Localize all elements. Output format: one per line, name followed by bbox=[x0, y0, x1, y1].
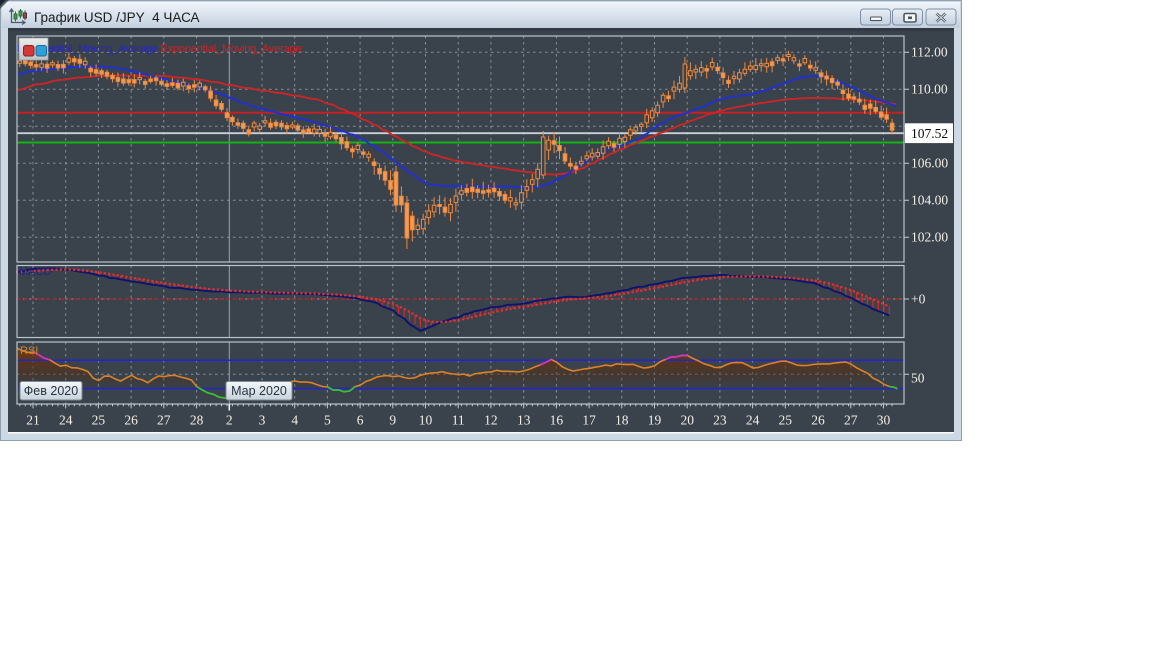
svg-text:27: 27 bbox=[844, 413, 858, 428]
svg-text:5: 5 bbox=[324, 413, 331, 428]
svg-text:4: 4 bbox=[291, 413, 298, 428]
svg-text:27: 27 bbox=[157, 413, 171, 428]
svg-text:28: 28 bbox=[190, 413, 204, 428]
svg-text:19: 19 bbox=[648, 413, 662, 428]
svg-text:112.00: 112.00 bbox=[911, 45, 948, 60]
svg-text:25: 25 bbox=[92, 413, 106, 428]
svg-text:21: 21 bbox=[26, 413, 40, 428]
svg-text:9: 9 bbox=[389, 413, 396, 428]
svg-text:MACD: MACD bbox=[19, 266, 51, 278]
svg-text:26: 26 bbox=[124, 413, 138, 428]
svg-text:10: 10 bbox=[419, 413, 433, 428]
svg-text:12: 12 bbox=[484, 413, 498, 428]
svg-text:30: 30 bbox=[877, 413, 891, 428]
svg-text:18: 18 bbox=[615, 413, 629, 428]
svg-text:6: 6 bbox=[357, 413, 364, 428]
svg-text:16: 16 bbox=[550, 413, 564, 428]
svg-text:50: 50 bbox=[911, 370, 925, 385]
svg-text:Фев 2020: Фев 2020 bbox=[24, 384, 78, 398]
svg-text:23: 23 bbox=[713, 413, 727, 428]
svg-text:17: 17 bbox=[582, 413, 596, 428]
svg-text:20: 20 bbox=[680, 413, 694, 428]
svg-text:104.00: 104.00 bbox=[911, 193, 948, 208]
svg-text:3: 3 bbox=[259, 413, 266, 428]
svg-text:13: 13 bbox=[517, 413, 531, 428]
svg-text:11: 11 bbox=[452, 413, 465, 428]
svg-text:24: 24 bbox=[746, 413, 760, 428]
svg-text:RSI: RSI bbox=[20, 345, 38, 357]
svg-text:106.00: 106.00 bbox=[911, 156, 948, 171]
svg-text:24: 24 bbox=[59, 413, 73, 428]
svg-text:110.00: 110.00 bbox=[911, 82, 948, 97]
svg-text:Мар 2020: Мар 2020 bbox=[231, 384, 287, 398]
svg-text:25: 25 bbox=[779, 413, 793, 428]
svg-text:График USD /JPY 4 ЧАСА: График USD /JPY 4 ЧАСА bbox=[34, 10, 200, 25]
svg-text:2: 2 bbox=[226, 413, 233, 428]
svg-text:26: 26 bbox=[811, 413, 825, 428]
svg-text:102.00: 102.00 bbox=[911, 230, 948, 245]
svg-text:Exponential_Moving_Average.Exp: Exponential_Moving_Average.Exponential_M… bbox=[17, 43, 304, 55]
svg-text:107.52: 107.52 bbox=[911, 126, 948, 141]
svg-text:+0: +0 bbox=[911, 292, 926, 307]
